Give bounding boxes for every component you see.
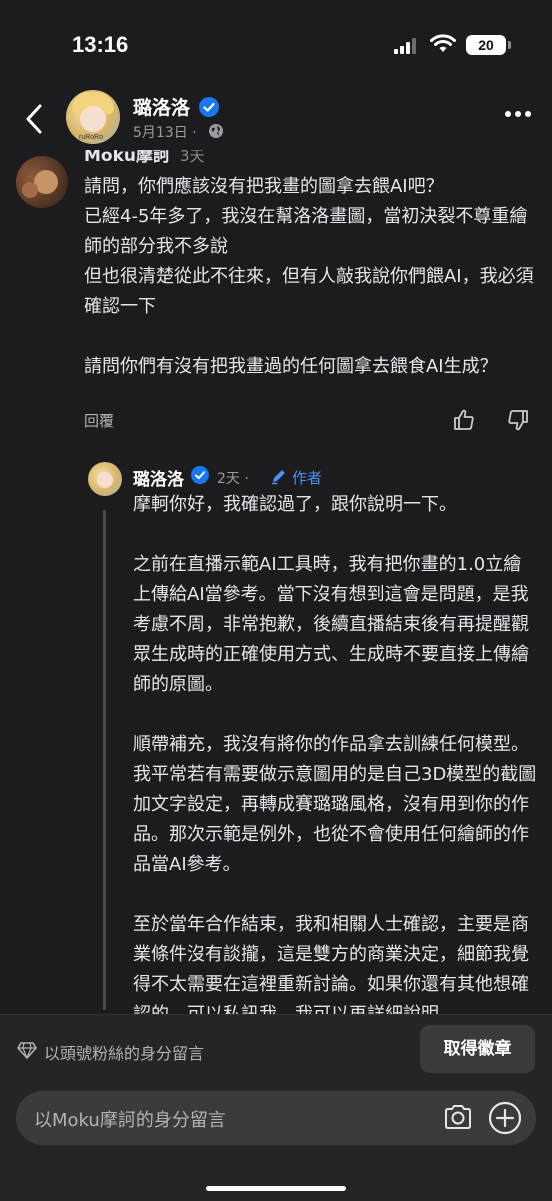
author-avatar[interactable]: ruRoRo [66,90,120,144]
commenter-name[interactable]: Moku摩訶 [84,150,170,164]
reply-button[interactable]: 回覆 [84,410,114,431]
comment-time: 3天 [180,150,205,164]
thumbs-up-icon[interactable] [452,408,476,432]
pencil-icon [272,470,285,485]
reply-text: 摩軻你好，我確認過了，跟你說明一下。 之前在直播示範AI工具時，我有把你畫的1.… [133,494,537,1025]
globe-icon [209,124,223,138]
author-badge: 作者 [292,469,323,487]
reply-author-avatar[interactable] [88,462,122,496]
reply-time: 2天 · [217,471,249,487]
comment-text: 請問，你們應該沒有把我畫的圖拿去餵AI吧？ 已經4-5年多了，我沒在幫洛洛畫圖，… [84,176,534,377]
signal-icon [394,38,416,54]
wifi-icon [430,34,456,52]
post-date: 5月13日 · [133,125,197,141]
thumbs-down-icon[interactable] [506,408,530,432]
more-horizontal-icon[interactable] [505,110,531,118]
avatar-tag: ruRoRo [79,134,104,141]
plus-circle-icon[interactable] [488,1101,522,1135]
camera-icon[interactable] [443,1103,473,1131]
comment-input[interactable]: 以Moku摩訶的身分留言 [16,1091,536,1145]
comment-composer: 以頭號粉絲的身分留言 取得徽章 以Moku摩訶的身分留言 [0,1014,552,1201]
post-author-name[interactable]: 璐洛洛 [133,93,190,120]
comment-input-placeholder: 以Moku摩訶的身分留言 [34,1110,226,1131]
top-fan-label: 以頭號粉絲的身分留言 [44,1044,205,1063]
chevron-left-icon[interactable] [20,102,48,136]
verified-badge-icon [191,466,209,484]
thread-line [103,510,106,1010]
commenter-avatar[interactable] [16,156,68,208]
post-header: ruRoRo 璐洛洛 5月13日 · [0,90,552,150]
home-indicator [206,1186,346,1191]
get-badge-button[interactable]: 取得徽章 [420,1025,535,1073]
status-time: 13:16 [72,32,129,57]
diamond-icon [17,1042,37,1059]
battery-indicator: 20 [466,35,511,55]
status-bar: 13:16 20 [0,0,552,90]
reply-author-name[interactable]: 璐洛洛 [133,465,184,490]
verified-badge-icon [199,97,219,117]
